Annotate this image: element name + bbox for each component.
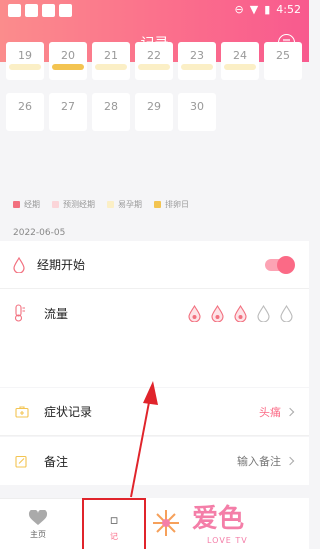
nav-home[interactable]: 主页: [8, 499, 68, 549]
watermark-brand: 爱色: [192, 504, 245, 534]
watermark-sub: LOVE TV: [207, 536, 248, 545]
heart-icon: [28, 509, 48, 525]
annotation-highlight-box: [82, 498, 146, 549]
annotation-arrow: [130, 381, 158, 498]
snowflake-logo: [153, 510, 179, 536]
nav-home-label: 主页: [30, 529, 46, 539]
